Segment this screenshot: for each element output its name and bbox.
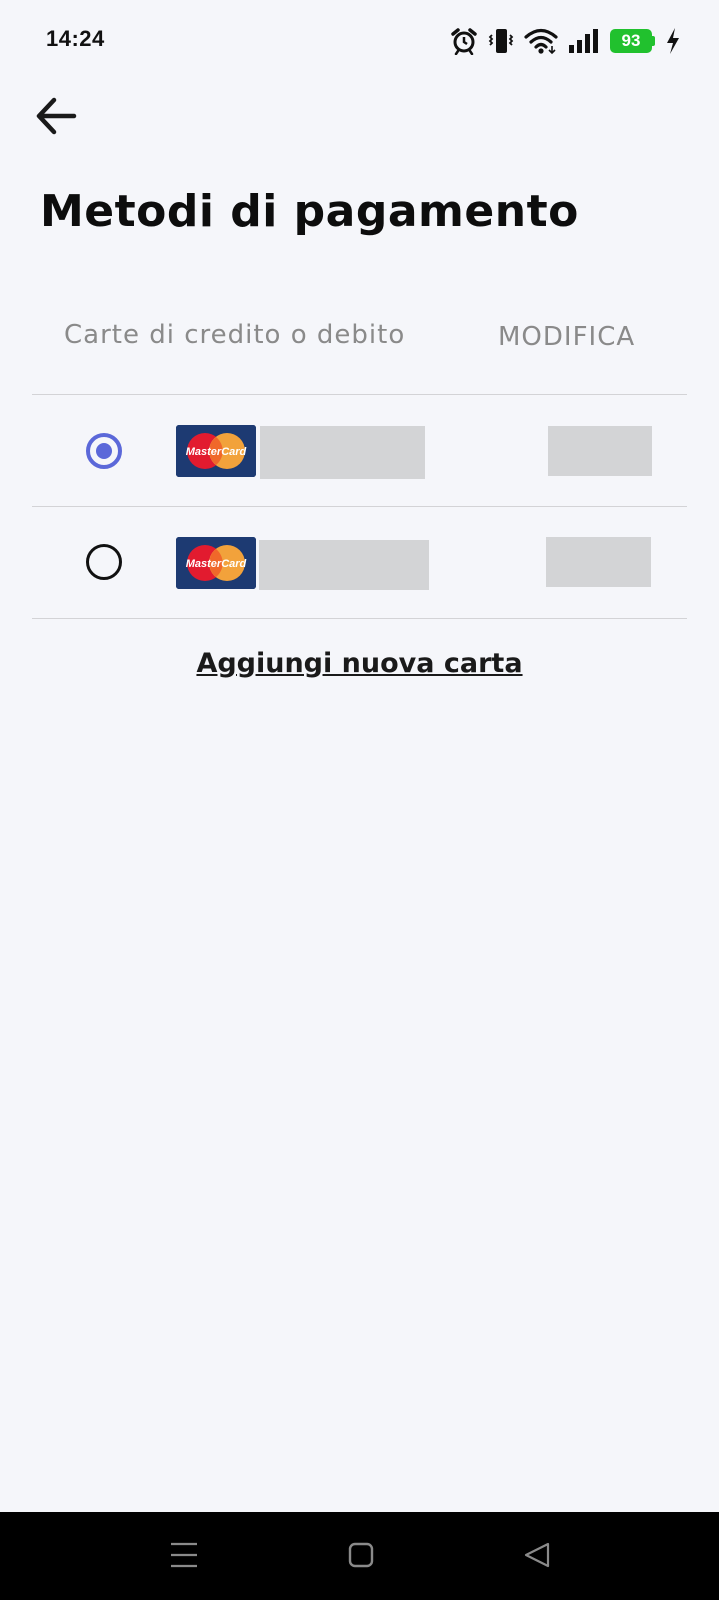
redacted-card-number <box>259 540 429 590</box>
signal-icon <box>568 28 600 54</box>
status-icons: 93 <box>450 26 681 56</box>
battery-icon: 93 <box>610 29 655 53</box>
nav-bar <box>0 1512 719 1600</box>
card-row-1[interactable]: MasterCard <box>32 395 687 505</box>
back-triangle-icon <box>522 1540 552 1574</box>
menu-button[interactable] <box>159 1532 209 1582</box>
add-card-link[interactable]: Aggiungi nuova carta <box>0 648 719 679</box>
status-time: 14:24 <box>46 26 105 51</box>
mastercard-logo: MasterCard <box>176 425 256 477</box>
redacted-card-expiry <box>548 426 652 476</box>
mastercard-logo: MasterCard <box>176 537 256 589</box>
edit-button[interactable]: MODIFICA <box>498 322 635 352</box>
vibrate-icon <box>488 27 514 55</box>
menu-icon <box>169 1541 199 1573</box>
home-button[interactable] <box>336 1532 386 1582</box>
radio-unselected[interactable] <box>86 544 122 580</box>
card-row-2[interactable]: MasterCard <box>32 507 687 617</box>
redacted-card-expiry <box>546 537 651 587</box>
arrow-left-icon <box>34 94 78 142</box>
page-title: Metodi di pagamento <box>40 186 579 237</box>
alarm-icon <box>450 27 478 55</box>
redacted-card-number <box>260 426 425 479</box>
mastercard-logo-text: MasterCard <box>186 558 247 570</box>
section-label: Carte di credito o debito <box>64 320 406 350</box>
radio-selected[interactable] <box>86 433 122 469</box>
status-bar: 14:24 93 <box>0 0 719 84</box>
wifi-icon <box>524 27 558 55</box>
battery-level: 93 <box>610 29 652 53</box>
home-icon <box>347 1541 375 1573</box>
charging-icon <box>665 27 681 55</box>
back-button[interactable] <box>30 92 82 144</box>
divider <box>32 618 687 619</box>
nav-back-button[interactable] <box>512 1532 562 1582</box>
mastercard-logo-text: MasterCard <box>186 446 247 458</box>
